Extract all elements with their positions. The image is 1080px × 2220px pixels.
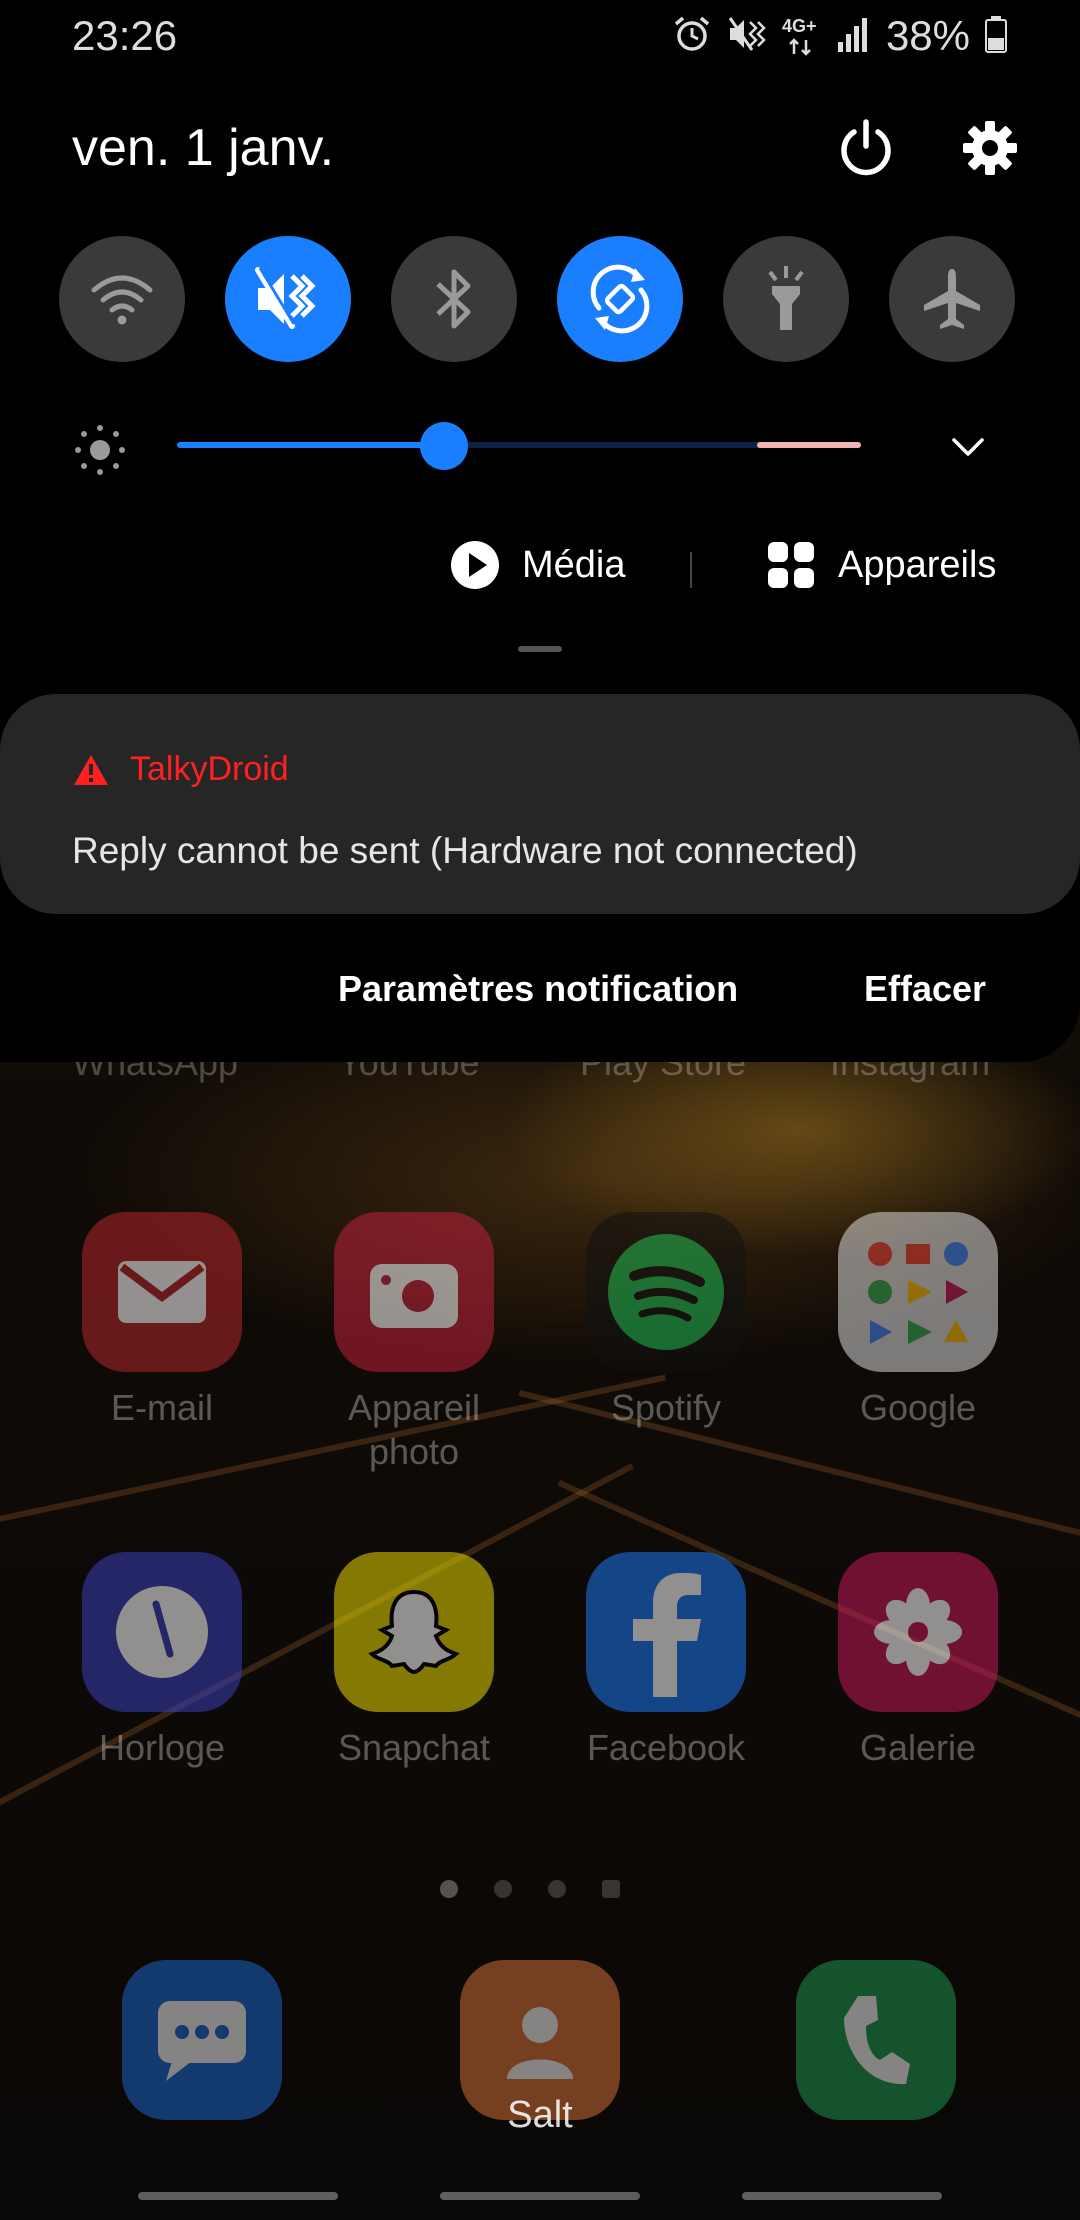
signal-icon xyxy=(836,14,872,59)
email-icon xyxy=(82,1212,242,1372)
notification-card[interactable]: TalkyDroid Reply cannot be sent (Hardwar… xyxy=(0,694,1080,914)
wifi-icon xyxy=(91,275,153,325)
app-google-folder[interactable]: Google xyxy=(818,1212,1018,1430)
tile-airplane-mode[interactable] xyxy=(889,236,1015,362)
vibrate-icon xyxy=(255,267,316,329)
app-label: Horloge xyxy=(98,1727,226,1768)
vibrate-icon xyxy=(726,14,768,59)
warning-icon xyxy=(74,754,108,785)
shade-drag-handle[interactable] xyxy=(518,646,562,652)
nav-back[interactable] xyxy=(742,2192,942,2200)
app-camera[interactable]: Appareil photo xyxy=(314,1212,514,1474)
phone-icon[interactable] xyxy=(796,1960,956,2120)
snapchat-icon xyxy=(334,1552,494,1712)
app-gallery[interactable]: Galerie xyxy=(818,1552,1018,1770)
status-icons: 4G+ 38% xyxy=(672,12,1008,60)
gallery-icon xyxy=(838,1552,998,1712)
app-label: Snapchat xyxy=(337,1727,491,1768)
tile-wifi[interactable] xyxy=(59,236,185,362)
page-dot xyxy=(602,1880,620,1898)
app-label: Facebook xyxy=(586,1727,746,1768)
play-icon xyxy=(451,541,499,589)
divider xyxy=(690,552,692,588)
clock-time: 23:26 xyxy=(72,12,178,59)
app-clock[interactable]: Horloge xyxy=(62,1552,262,1770)
clock-icon xyxy=(82,1552,242,1712)
media-devices-row: Média Appareils xyxy=(0,540,1080,600)
network-4g-icon: 4G+ xyxy=(782,16,822,56)
media-label: Média xyxy=(522,543,626,586)
alarm-icon xyxy=(672,14,712,59)
camera-icon xyxy=(334,1212,494,1372)
notification-app-name: TalkyDroid xyxy=(130,750,289,788)
page-indicator xyxy=(440,1880,620,1898)
devices-button[interactable]: Appareils xyxy=(766,540,996,590)
tile-bluetooth[interactable] xyxy=(391,236,517,362)
quick-settings-tiles xyxy=(59,236,1015,362)
facebook-icon xyxy=(586,1552,746,1712)
notification-actions: Paramètres notification Effacer xyxy=(0,968,1080,1028)
brightness-thumb[interactable] xyxy=(419,422,468,470)
tile-flashlight[interactable] xyxy=(723,236,849,362)
power-button[interactable] xyxy=(830,112,902,184)
nav-home[interactable] xyxy=(440,2192,640,2200)
nav-recents[interactable] xyxy=(138,2192,338,2200)
devices-label: Appareils xyxy=(838,543,997,586)
battery-percent: 38% xyxy=(885,12,970,59)
clear-button[interactable]: Effacer xyxy=(864,968,986,1010)
dock-label-salt: Salt xyxy=(507,2094,573,2136)
page-dot xyxy=(440,1880,458,1898)
tile-auto-rotate[interactable] xyxy=(557,236,683,362)
airplane-icon xyxy=(924,269,980,329)
brightness-slider[interactable] xyxy=(177,442,861,448)
brightness-icon xyxy=(72,422,128,483)
notification-shade: 23:26 4G+ 38% ven. 1 janv. Média Apparei… xyxy=(0,0,1080,1062)
google-folder-icon xyxy=(838,1212,998,1372)
chevron-down-icon[interactable] xyxy=(948,426,988,471)
app-facebook[interactable]: Facebook xyxy=(566,1552,766,1770)
app-label: Appareil photo xyxy=(347,1387,481,1472)
page-dot xyxy=(548,1880,566,1898)
app-label: Google xyxy=(859,1387,977,1428)
notification-message: Reply cannot be sent (Hardware not conne… xyxy=(72,830,858,871)
brightness-control xyxy=(0,408,1080,478)
power-icon xyxy=(841,119,891,176)
battery-icon xyxy=(984,14,1008,59)
app-spotify[interactable]: Spotify xyxy=(566,1212,766,1430)
app-email[interactable]: E-mail xyxy=(62,1212,262,1430)
app-snapchat[interactable]: Snapchat xyxy=(314,1552,514,1770)
settings-button[interactable] xyxy=(954,112,1026,184)
shade-date: ven. 1 janv. xyxy=(72,119,335,177)
media-button[interactable]: Média xyxy=(450,540,626,590)
notification-header: TalkyDroid xyxy=(72,750,289,789)
page-dot xyxy=(494,1880,512,1898)
devices-grid-icon xyxy=(768,542,814,588)
bluetooth-icon xyxy=(436,269,471,329)
app-label: E-mail xyxy=(110,1387,213,1428)
gear-icon xyxy=(963,121,1017,175)
tile-sound-mode[interactable] xyxy=(225,236,351,362)
brightness-high-zone xyxy=(757,442,861,448)
app-label: Spotify xyxy=(610,1387,722,1428)
rotate-icon xyxy=(590,264,650,334)
status-bar: 23:26 4G+ 38% xyxy=(0,0,1080,74)
messages-icon[interactable] xyxy=(122,1960,282,2120)
spotify-icon xyxy=(586,1212,746,1372)
flashlight-icon xyxy=(768,266,804,330)
app-label: Galerie xyxy=(859,1727,977,1768)
brightness-fill xyxy=(177,442,444,448)
notification-settings-button[interactable]: Paramètres notification xyxy=(338,968,738,1010)
